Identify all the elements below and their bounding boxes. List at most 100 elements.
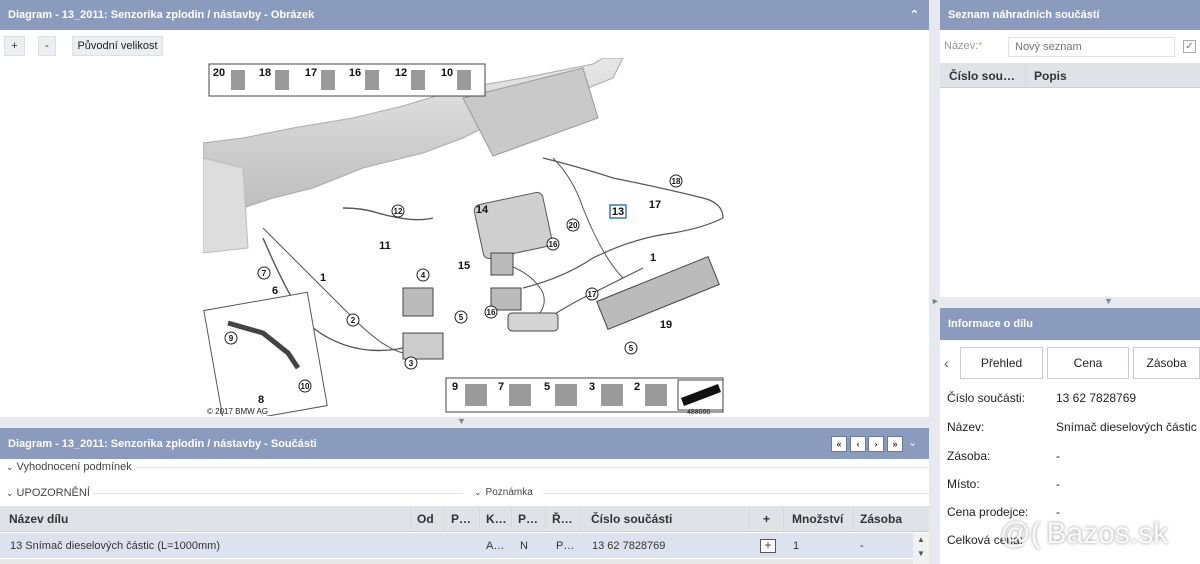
diagram-panel-header: Diagram - 13_2011: Senzorika zplodin / n…	[0, 0, 929, 30]
part-info-panel-title: Informace o dílu	[948, 318, 1033, 330]
row-k: A…	[486, 539, 505, 552]
original-size-button[interactable]: Původní velikost	[72, 36, 163, 56]
watermark-text: Bazos.sk	[1046, 517, 1169, 550]
row-p2: N	[520, 539, 528, 552]
parts-list-panel-title: Seznam náhradních součástí	[948, 9, 1100, 21]
warning-label: UPOZORNĚNÍ	[16, 487, 90, 499]
tab-stock[interactable]: Zásoba	[1133, 347, 1200, 379]
zoom-in-button[interactable]: +	[4, 36, 25, 56]
column-header-k[interactable]: K…	[480, 506, 512, 532]
list-name-input[interactable]	[1008, 37, 1175, 57]
info-label-location: Místo:	[947, 477, 980, 491]
legend-bottom-label-4: 2	[634, 381, 640, 393]
previous-page-button[interactable]: ‹	[850, 436, 866, 452]
column-header-r[interactable]: Ř…	[546, 506, 580, 532]
legend-top-label-2: 17	[305, 67, 317, 79]
tab-price[interactable]: Cena	[1047, 347, 1129, 379]
column-header-name[interactable]: Název dílu	[0, 506, 411, 532]
callout-label[interactable]: 15	[458, 260, 470, 272]
column-header-add[interactable]: +	[750, 506, 784, 532]
callout-label[interactable]: 7	[262, 269, 267, 278]
callout-label[interactable]: 5	[629, 344, 634, 353]
callout-label[interactable]: 16	[487, 308, 496, 317]
column-header-from[interactable]: Od	[411, 506, 445, 532]
column-header-p2[interactable]: P…	[512, 506, 546, 532]
legend-top-label-5: 10	[441, 67, 453, 79]
panel-chevron-down-icon[interactable]: ⌄	[908, 436, 917, 449]
row-r: P…	[556, 539, 575, 552]
callout-label[interactable]: 17	[649, 199, 661, 211]
column-header-list-part-number[interactable]: Číslo sou…	[940, 63, 1026, 88]
parts-list-splitter-arrow-icon[interactable]: ▼	[1104, 296, 1113, 306]
row-p1	[445, 533, 480, 558]
callout-label[interactable]: 11	[379, 240, 391, 252]
info-value-part-number: 13 62 7828769	[1056, 391, 1137, 405]
next-page-button[interactable]: ›	[868, 436, 884, 452]
list-name-label: Název:*	[944, 40, 983, 52]
parts-diagram[interactable]: 20 18 17 16 12 10 9 7 5 3 2 1 1 2 3 4 5 …	[203, 58, 727, 416]
parts-list-splitter[interactable]: ▼	[940, 296, 1200, 308]
callout-label[interactable]: 1	[320, 272, 326, 284]
diagram-copyright: © 2017 BMW AG	[207, 407, 268, 416]
callout-label[interactable]: 8	[258, 394, 264, 406]
conditions-chevron-icon: ⌄	[6, 461, 14, 472]
conditions-divider	[134, 467, 929, 468]
legend-top-label-1: 18	[259, 67, 271, 79]
callout-label[interactable]: 14	[476, 204, 489, 216]
watermark: @( Bazos.sk	[1000, 512, 1168, 556]
column-header-list-description[interactable]: Popis	[1026, 63, 1200, 88]
callout-label[interactable]: 5	[459, 313, 464, 322]
tabs-scroll-left-icon[interactable]: ‹	[944, 355, 949, 371]
confirm-checkbox-icon[interactable]: ✓	[1183, 40, 1196, 53]
scroll-down-arrow-icon[interactable]: ▼	[917, 549, 925, 558]
conditions-label: Vyhodnocení podmínek	[16, 461, 132, 473]
info-label-name: Název:	[947, 420, 985, 434]
table-scrollbar[interactable]: ▲ ▼	[913, 533, 929, 564]
callout-label[interactable]: 9	[229, 334, 234, 343]
callout-label[interactable]: 17	[588, 290, 597, 299]
table-row[interactable]: 13 Snímač dieselových částic (L=1000mm) …	[0, 533, 913, 558]
callout-label[interactable]: 20	[569, 221, 578, 230]
callout-label[interactable]: 16	[549, 240, 558, 249]
splitter-arrow-right-icon[interactable]: ►	[931, 296, 940, 306]
first-page-button[interactable]: «	[831, 436, 847, 452]
callout-label[interactable]: 12	[394, 207, 403, 216]
last-page-button[interactable]: »	[887, 436, 903, 452]
diagram-splitter[interactable]: ▼	[0, 416, 929, 428]
parts-list-table-header: Číslo sou… Popis	[940, 63, 1200, 88]
zoom-out-button[interactable]: -	[38, 36, 56, 56]
column-header-quantity[interactable]: Množství	[784, 506, 854, 532]
column-header-part-number[interactable]: Číslo součásti	[580, 506, 750, 532]
collapse-chevron-up-icon[interactable]: ⌃	[910, 8, 919, 21]
tab-overview[interactable]: Přehled	[960, 347, 1043, 379]
legend-bottom-label-1: 7	[498, 381, 504, 393]
callout-label[interactable]: 1	[650, 252, 656, 264]
scroll-up-arrow-icon[interactable]: ▲	[917, 535, 925, 544]
legend-bottom-label-0: 9	[452, 381, 458, 393]
callout-label[interactable]: 10	[301, 382, 310, 391]
callout-label[interactable]: 19	[660, 319, 672, 331]
column-header-stock[interactable]: Zásoba	[854, 506, 929, 532]
table-horizontal-scrollbar[interactable]	[0, 559, 913, 564]
callout-label[interactable]: 18	[672, 177, 681, 186]
legend-bottom-label-2: 5	[544, 381, 550, 393]
note-toggle[interactable]: ⌄ Poznámka	[474, 487, 533, 498]
callout-label[interactable]: 2	[351, 316, 356, 325]
add-to-list-plus-icon[interactable]: +	[760, 539, 776, 553]
warning-toggle[interactable]: ⌄ UPOZORNĚNÍ	[6, 487, 90, 499]
splitter-arrow-down-icon[interactable]: ▼	[457, 416, 466, 426]
info-value-name: Snímač dieselových částic	[1056, 420, 1197, 434]
info-value-location: -	[1056, 477, 1060, 491]
warning-divider	[93, 493, 463, 494]
legend-top-label-3: 16	[349, 67, 361, 79]
callout-label[interactable]: 3	[409, 359, 414, 368]
note-label: Poznámka	[485, 487, 533, 498]
vertical-splitter[interactable]: ►	[929, 0, 940, 564]
callout-label[interactable]: 13	[612, 206, 624, 218]
conditions-toggle[interactable]: ⌄ Vyhodnocení podmínek	[6, 461, 132, 473]
callout-label[interactable]: 4	[421, 271, 426, 280]
callout-label[interactable]: 6	[272, 285, 278, 297]
column-header-p1[interactable]: P…	[445, 506, 480, 532]
warning-chevron-icon: ⌄	[6, 487, 14, 498]
components-panel-title: Diagram - 13_2011: Senzorika zplodin / n…	[8, 437, 317, 450]
